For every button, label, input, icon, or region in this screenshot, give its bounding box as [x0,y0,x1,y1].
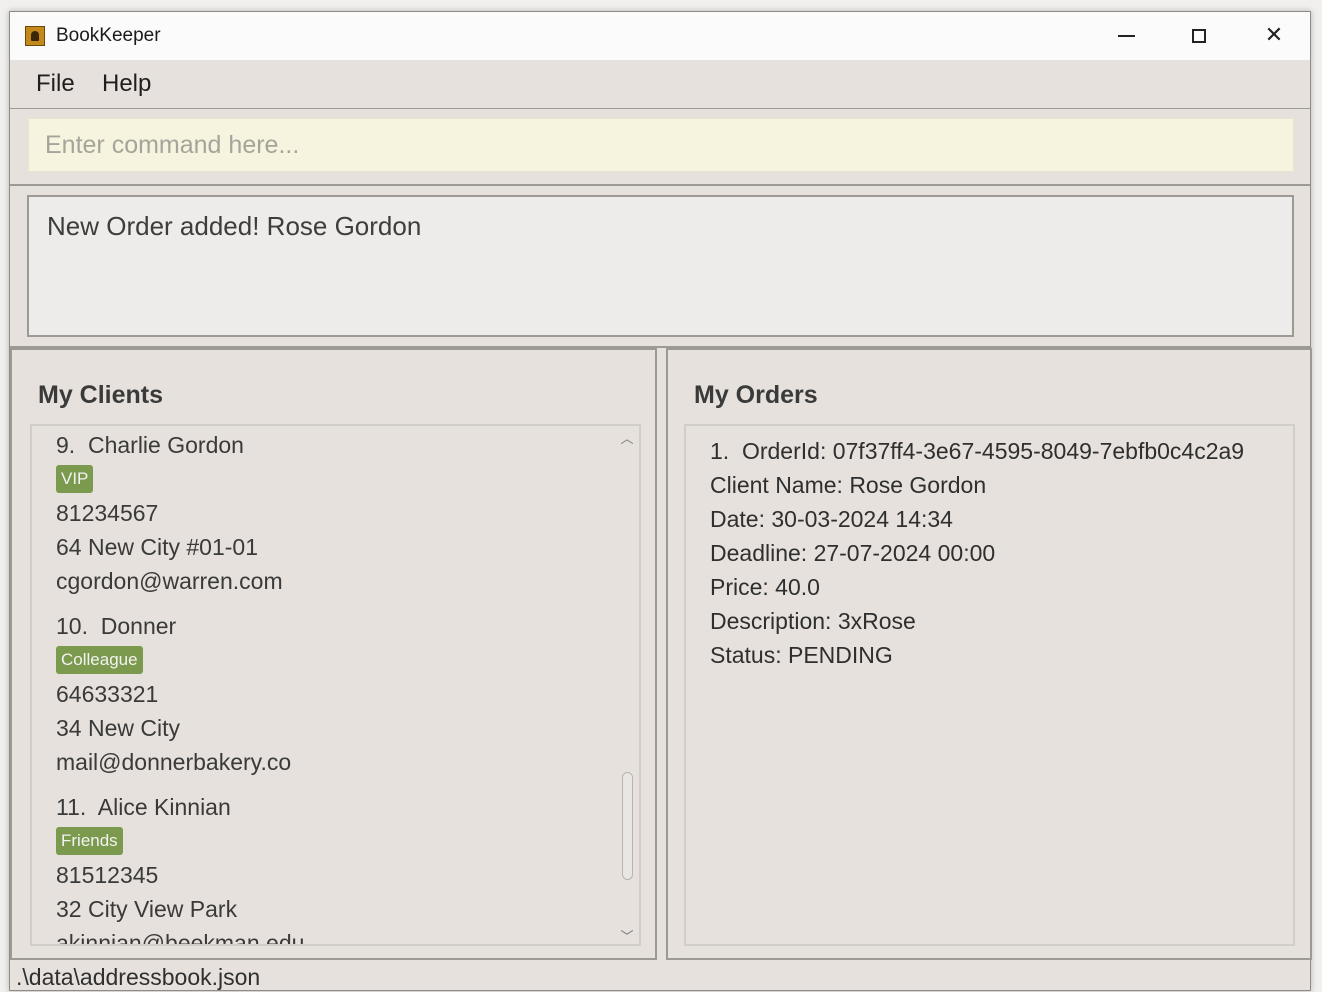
client-index: 11. [56,794,87,820]
close-button[interactable]: ✕ [1251,20,1297,52]
client-name: Donner [100,613,177,639]
client-card[interactable]: 11. Alice Kinnian Friends 81512345 32 Ci… [56,790,305,946]
client-name-line: 9. Charlie Gordon [56,428,283,462]
client-address: 64 New City #01-01 [56,534,258,560]
order-card[interactable]: 1. OrderId: 07f37ff4-3e67-4595-8049-7ebf… [710,434,1244,672]
client-name-line: 11. Alice Kinnian [56,790,304,824]
app-window: BookKeeper ✕ File Help New Order added! … [9,11,1312,991]
result-area: New Order added! Rose Gordon [10,186,1310,346]
maximize-icon [1192,29,1206,43]
client-tag: Colleague [56,646,143,674]
order-price: Price: 40.0 [710,574,820,600]
command-input[interactable] [28,118,1294,172]
client-index: 10. [56,613,88,639]
client-email: mail@donnerbakery.co [56,749,292,775]
order-list[interactable]: 1. OrderId: 07f37ff4-3e67-4595-8049-7ebf… [684,424,1295,946]
client-phone: 64633321 [56,681,159,707]
order-description: Description: 3xRose [710,608,916,634]
scroll-thumb[interactable] [622,772,633,880]
app-logo-icon [25,26,45,46]
client-tag: Friends [56,827,123,855]
scroll-up-icon[interactable]: ︿ [619,428,635,447]
clients-title: My Clients [38,381,164,409]
client-name: Charlie Gordon [87,432,244,458]
client-card[interactable]: 10. Donner Colleague 64633321 34 New Cit… [56,609,291,779]
client-email: cgordon@warren.com [56,568,283,594]
client-phone: 81234567 [56,500,159,526]
client-name-line: 10. Donner [56,609,291,643]
title-bar[interactable]: BookKeeper ✕ [10,12,1310,61]
command-area [10,109,1310,186]
maximize-button[interactable] [1176,20,1222,52]
result-display: New Order added! Rose Gordon [27,195,1294,337]
client-list[interactable]: 9. Charlie Gordon VIP 81234567 64 New Ci… [30,424,641,946]
client-tag: VIP [56,465,94,493]
order-index: 1. [710,438,730,464]
client-name: Alice Kinnian [97,794,231,820]
orders-title: My Orders [694,381,818,409]
order-deadline: Deadline: 27-07-2024 00:00 [710,540,996,566]
order-status: Status: PENDING [710,642,893,668]
menu-bar: File Help [10,60,1310,110]
client-phone: 81512345 [56,862,159,888]
client-index: 9. [56,432,76,458]
minimize-icon [1117,35,1135,37]
clients-panel: My Clients 9. Charlie Gordon VIP 8123456… [10,348,657,960]
order-date: Date: 30-03-2024 14:34 [710,506,953,532]
orders-panel: My Orders 1. OrderId: 07f37ff4-3e67-4595… [666,348,1312,960]
order-id: OrderId: 07f37ff4-3e67-4595-8049-7ebfb0c… [741,438,1245,464]
client-email: akinnian@beekman.edu [56,930,305,946]
close-icon: ✕ [1264,23,1284,48]
scroll-down-icon[interactable]: ﹀ [619,926,635,944]
order-client-name: Client Name: Rose Gordon [710,472,987,498]
client-address: 32 City View Park [56,896,238,922]
client-card[interactable]: 9. Charlie Gordon VIP 81234567 64 New Ci… [56,428,283,598]
window-title: BookKeeper [56,25,161,46]
client-list-scrollbar[interactable]: ︿ ﹀ [619,428,635,944]
client-address: 34 New City [56,715,180,741]
menu-file[interactable]: File [36,70,75,98]
status-bar-path: .\data\addressbook.json [16,964,261,990]
menu-help[interactable]: Help [102,70,151,98]
order-id-line: 1. OrderId: 07f37ff4-3e67-4595-8049-7ebf… [710,434,1244,468]
minimize-button[interactable] [1103,20,1149,52]
